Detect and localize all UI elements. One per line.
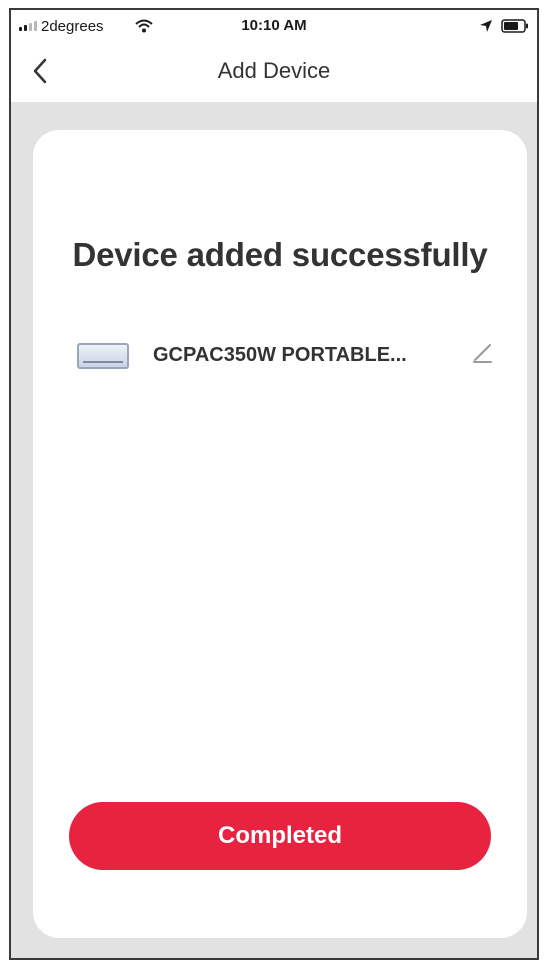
device-list-item[interactable]: GCPAC350W PORTABLE... bbox=[77, 340, 497, 380]
success-headline: Device added successfully bbox=[72, 236, 488, 273]
completed-button[interactable]: Completed bbox=[69, 802, 491, 870]
pencil-icon[interactable] bbox=[469, 340, 495, 366]
air-conditioner-icon bbox=[77, 343, 129, 369]
navigation-bar: Add Device bbox=[11, 44, 537, 102]
battery-icon bbox=[501, 19, 528, 33]
device-name: GCPAC350W PORTABLE... bbox=[153, 344, 407, 366]
status-bar: 2degrees 10:10 AM bbox=[11, 10, 537, 44]
status-time: 10:10 AM bbox=[241, 17, 307, 34]
location-icon bbox=[480, 20, 492, 32]
result-card: Device added successfully GCPAC350W PORT… bbox=[33, 130, 527, 938]
phone-screen: 2degrees 10:10 AM Add Device Device adde… bbox=[9, 8, 539, 960]
page-title: Add Device bbox=[217, 58, 331, 83]
